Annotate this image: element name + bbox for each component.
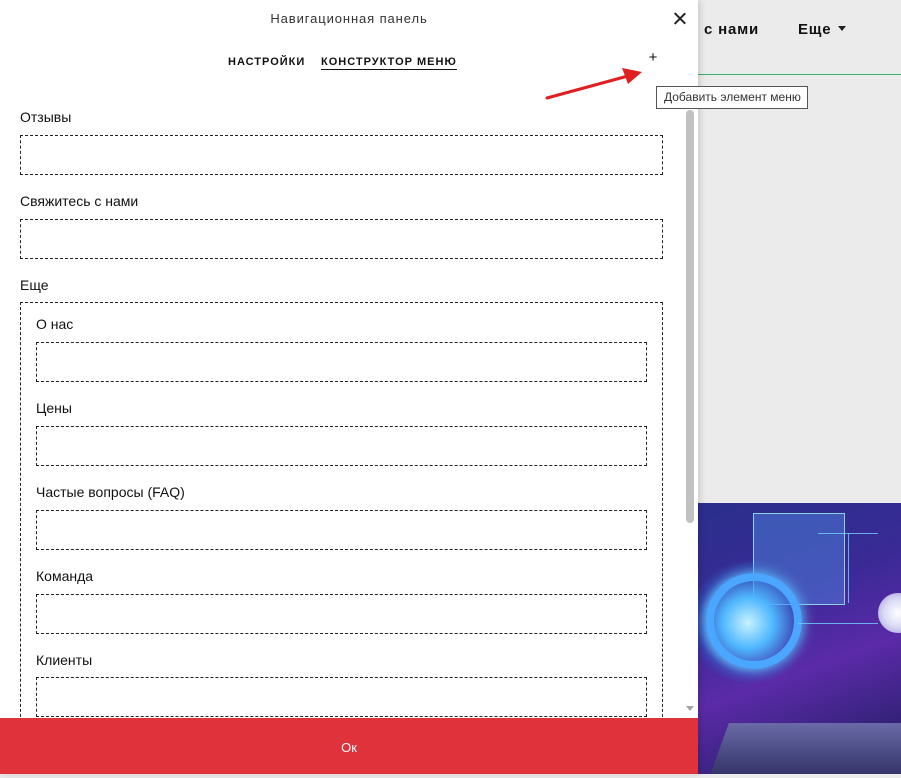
menu-item-label-contact: Свяжитесь с нами [20,193,139,209]
chevron-down-icon [838,26,847,31]
submenu-item-label-about: О нас [36,316,74,332]
close-icon[interactable] [670,9,690,29]
menu-item-dropzone-contact[interactable] [20,219,663,259]
submenu-item-dropzone-prices[interactable] [36,426,647,466]
hero-image [698,503,901,774]
submenu-item-label-team: Команда [36,568,94,584]
site-nav-more[interactable]: Еще [798,21,847,38]
site-nav-contact[interactable]: с нами [704,21,759,38]
tab-settings[interactable]: НАСТРОЙКИ [228,56,305,68]
submenu-item-label-clients: Клиенты [36,652,93,668]
hero-line [798,623,878,624]
hero-orb [878,593,901,633]
submenu-item-dropzone-about[interactable] [36,342,647,382]
submenu-item-dropzone-faq[interactable] [36,510,647,550]
add-item-tooltip: Добавить элемент меню [656,86,808,109]
hero-ring [706,573,802,669]
ok-button[interactable]: Ок [0,718,698,774]
submenu-item-label-faq: Частые вопросы (FAQ) [36,484,185,500]
menu-item-dropzone-reviews[interactable] [20,135,663,175]
tab-menu-builder[interactable]: КОНСТРУКТОР МЕНЮ [321,56,457,70]
submenu-item-label-prices: Цены [36,400,72,416]
hero-laptop [707,723,901,774]
annotation-arrow-icon [545,68,642,100]
scrollbar-thumb[interactable] [686,110,694,523]
site-nav-more-label: Еще [798,21,832,38]
scroll-down-icon[interactable] [686,706,694,711]
modal-title: Навигационная панель [270,11,428,26]
hero-line [848,533,849,603]
submenu-item-dropzone-clients[interactable] [36,677,647,717]
menu-item-label-more: Еще [20,277,49,293]
navigation-panel-modal: Навигационная панель НАСТРОЙКИ КОНСТРУКТ… [0,0,698,774]
menu-builder-list: Отзывы Свяжитесь с нами Еще О нас Цены Ч… [0,100,684,718]
menu-item-label-reviews: Отзывы [20,109,72,125]
submenu-item-dropzone-team[interactable] [36,594,647,634]
